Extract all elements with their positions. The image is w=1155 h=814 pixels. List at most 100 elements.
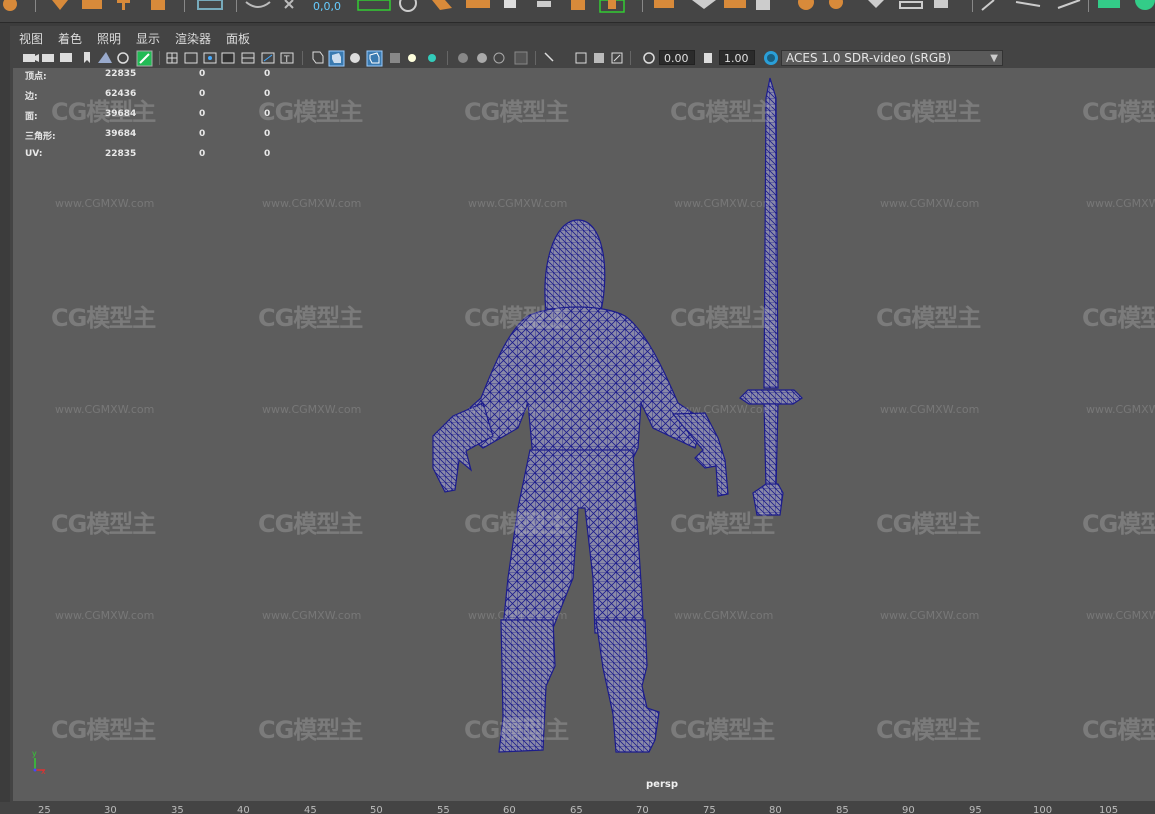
shelf-plane-icon[interactable]: [151, 0, 165, 10]
shelf-grab-icon[interactable]: [798, 0, 814, 10]
film-gate-icon[interactable]: [184, 52, 198, 64]
watermark-logo: CG模型主: [876, 98, 981, 126]
watermark-logo: CG模型主: [1082, 98, 1155, 126]
hud-value: 0: [199, 89, 206, 99]
watermark-url: www.CGMXW.com: [262, 403, 362, 416]
watermark-logo: CG模型主: [51, 98, 156, 126]
shelf-bevel-icon[interactable]: [432, 0, 452, 10]
shelf-multicut-icon[interactable]: [537, 1, 551, 7]
watermark-logo: CG模型主: [670, 304, 775, 332]
persp-viewport[interactable]: y x CG模型主 CG模型主 CG模型主 CG模型主 CG模型主 CG模型主 CG模型主 C…: [13, 68, 1155, 801]
safe-title-icon[interactable]: T: [280, 52, 294, 65]
shelf-flatten-icon[interactable]: [829, 0, 843, 9]
2d-pan-zoom-icon[interactable]: [136, 50, 153, 67]
color-space-select[interactable]: ACES 1.0 SDR-video (sRGB) ▼: [781, 50, 1003, 66]
shelf-cube-icon[interactable]: [82, 0, 102, 9]
shelf-text-icon[interactable]: [117, 0, 130, 10]
wireframe-icon[interactable]: [312, 51, 324, 64]
grease-pencil-icon[interactable]: [117, 52, 129, 64]
select-camera-icon[interactable]: [23, 54, 39, 62]
shadows-icon[interactable]: [428, 54, 436, 62]
shelf-fill-icon[interactable]: [608, 0, 616, 9]
motion-blur-icon[interactable]: [477, 53, 487, 63]
sword-mesh[interactable]: [739, 77, 803, 516]
use-all-lights-icon[interactable]: [408, 54, 416, 62]
color-management-icon[interactable]: [764, 51, 778, 65]
image-plane-icon[interactable]: [98, 52, 112, 63]
hud-value: 0: [264, 149, 271, 159]
shelf-sphere-icon[interactable]: [3, 0, 17, 11]
bookmarks-icon[interactable]: [60, 53, 72, 62]
bookmark-icon[interactable]: [84, 52, 90, 63]
menu-lighting[interactable]: 照明: [97, 30, 121, 47]
exposure-icon[interactable]: [643, 52, 655, 64]
shelf-uv-icon[interactable]: [934, 0, 948, 8]
field-chart-icon[interactable]: [241, 52, 255, 64]
resolution-gate-icon[interactable]: [203, 52, 217, 64]
menu-view[interactable]: 视图: [19, 30, 43, 47]
watermark-url: www.CGMXW.com: [262, 197, 362, 210]
gate-mask-icon[interactable]: [221, 52, 235, 64]
watermark-url: www.CGMXW.com: [55, 403, 155, 416]
shelf-ep-curve-icon[interactable]: [1015, 1, 1041, 7]
shelf-relax-icon[interactable]: [724, 0, 746, 8]
color-space-label: ACES 1.0 SDR-video (sRGB): [786, 51, 952, 65]
shelf-bridge-icon[interactable]: [466, 0, 490, 8]
gamma-field[interactable]: 1.00: [719, 50, 755, 65]
shelf-cone-icon[interactable]: [52, 0, 68, 10]
watermark-url: www.CGMXW.com: [674, 609, 774, 622]
watermark-url: www.CGMXW.com: [1086, 403, 1155, 416]
shelf-smooth-icon[interactable]: [692, 0, 716, 9]
menu-panels[interactable]: 面板: [226, 30, 250, 47]
shelf-circle-icon[interactable]: [399, 0, 417, 12]
shelf-light-icon[interactable]: [1135, 0, 1155, 10]
hud-label: 边:: [25, 92, 38, 102]
shelf-extrude-icon[interactable]: [571, 0, 585, 10]
wireframe-on-shaded-icon[interactable]: [366, 50, 383, 67]
watermark-logo: CG模型主: [258, 716, 363, 744]
watermark-url: www.CGMXW.com: [468, 197, 568, 210]
shelf-grid-icon[interactable]: [197, 0, 223, 10]
shelf-curve-icon[interactable]: [245, 1, 271, 8]
shelf-pinch-icon[interactable]: [756, 0, 770, 10]
shelf-snap-icon[interactable]: [284, 0, 294, 9]
scene-canvas: y x: [32, 77, 803, 776]
time-ruler[interactable]: 25 30 35 40 45 50 55 60 65 70 75 80 85 9…: [0, 802, 1155, 814]
watermark-url: www.CGMXW.com: [55, 197, 155, 210]
menu-renderer[interactable]: 渲染器: [175, 30, 211, 47]
shelf-arc-icon[interactable]: [1057, 0, 1081, 9]
textured-icon[interactable]: [390, 53, 400, 63]
hud-value: 0: [199, 69, 206, 79]
depth-of-field-icon[interactable]: [514, 51, 528, 65]
xray-icon[interactable]: [575, 52, 587, 64]
anti-aliasing-icon[interactable]: [493, 52, 505, 64]
watermark-url: www.CGMXW.com: [1086, 609, 1155, 622]
shelf-freeze-icon[interactable]: [899, 1, 923, 9]
screen-space-ao-icon[interactable]: [458, 53, 468, 63]
ruler-tick: 70: [636, 805, 649, 814]
ruler-tick: 75: [703, 805, 716, 814]
exposure-field[interactable]: 0.00: [659, 50, 695, 65]
safe-action-icon[interactable]: [261, 52, 275, 64]
shelf-sculpt-icon[interactable]: [654, 0, 674, 8]
camera-attributes-icon[interactable]: [42, 54, 54, 62]
xray-active-icon[interactable]: [594, 53, 604, 63]
grid-icon[interactable]: [166, 52, 178, 64]
watermark-logo: CG模型主: [464, 716, 569, 744]
menu-shading[interactable]: 着色: [58, 30, 82, 47]
default-material-icon[interactable]: [350, 53, 360, 63]
shelf-combine-icon[interactable]: [504, 0, 516, 8]
shelf-mask-icon[interactable]: [868, 0, 884, 8]
shelf-material-icon[interactable]: [1098, 0, 1120, 8]
isolate-select-icon[interactable]: [544, 52, 554, 62]
smooth-shade-all-icon[interactable]: [328, 50, 345, 67]
shelf-pen-icon[interactable]: [981, 0, 995, 11]
xray-joints-icon[interactable]: [611, 52, 623, 64]
watermark-logo: CG模型主: [670, 510, 775, 538]
menu-show[interactable]: 显示: [136, 30, 160, 47]
ruler-tick: 40: [237, 805, 250, 814]
watermark-logo: CG模型主: [51, 304, 156, 332]
hud-label: 三角形:: [25, 132, 56, 142]
svg-text:T: T: [283, 55, 290, 65]
gamma-icon[interactable]: [704, 53, 712, 63]
